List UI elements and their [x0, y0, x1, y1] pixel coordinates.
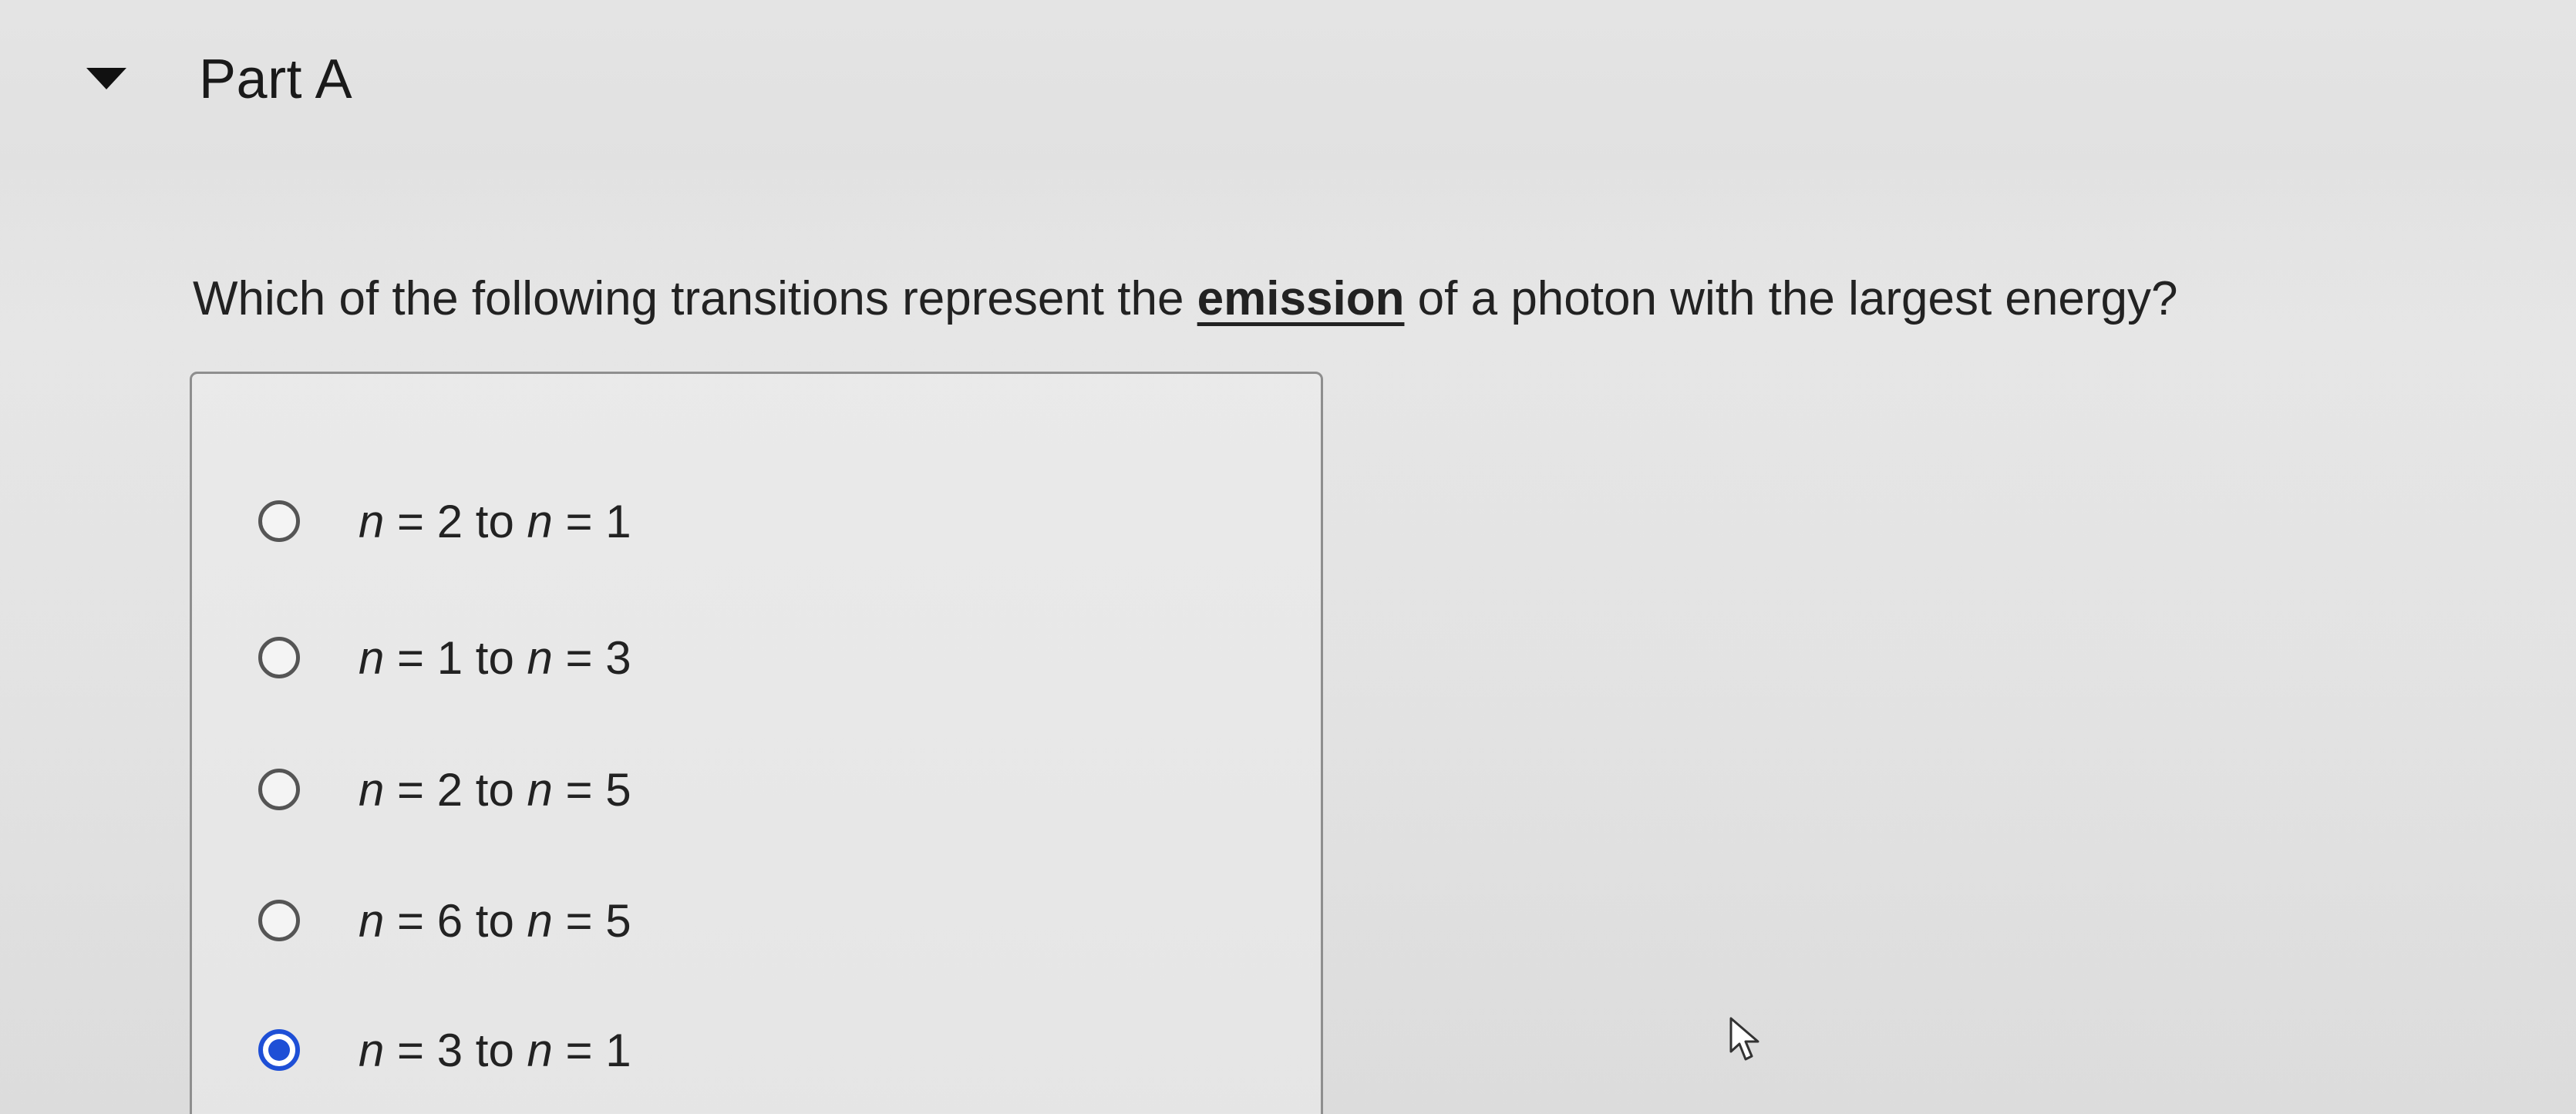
choice-2[interactable]: n = 1 to n = 3 [258, 623, 631, 692]
choice-label: n = 2 to n = 1 [359, 495, 631, 548]
choice-label: n = 1 to n = 3 [359, 631, 631, 685]
choice-var: n [359, 894, 385, 947]
choice-from: = 6 to [384, 894, 527, 947]
caret-down-icon [86, 68, 126, 89]
choice-from: = 2 to [384, 495, 527, 547]
choice-var: n [359, 1024, 385, 1076]
part-header [0, 0, 2576, 170]
radio-button-icon[interactable] [258, 637, 300, 678]
choice-from: = 2 to [384, 763, 527, 816]
choice-var: n [527, 631, 553, 684]
choice-var: n [527, 495, 553, 547]
question-text-end: of a photon with the largest energy? [1404, 272, 2178, 325]
question-text: Which of the following transitions repre… [193, 271, 2177, 326]
radio-button-icon[interactable] [258, 500, 300, 542]
choice-var: n [359, 763, 385, 816]
radio-button-icon[interactable] [258, 769, 300, 810]
answer-choices-box: n = 2 to n = 1 n = 1 to n = 3 n = 2 to n… [190, 372, 1323, 1114]
choice-var: n [527, 894, 553, 947]
choice-var: n [359, 495, 385, 547]
choice-from: = 1 to [384, 631, 527, 684]
choice-var: n [527, 1024, 553, 1076]
collapse-toggle[interactable] [83, 63, 130, 94]
choice-to: = 1 [552, 495, 631, 547]
choice-label: n = 2 to n = 5 [359, 763, 631, 816]
radio-button-selected-icon[interactable] [258, 1029, 300, 1071]
choice-4[interactable]: n = 6 to n = 5 [258, 886, 631, 955]
mouse-pointer-icon [1729, 1017, 1759, 1061]
question-text-start: Which of the following transitions repre… [193, 272, 1197, 325]
choice-var: n [359, 631, 385, 684]
choice-5[interactable]: n = 3 to n = 1 [258, 1015, 631, 1085]
choice-label: n = 3 to n = 1 [359, 1024, 631, 1077]
part-title[interactable]: Part A [199, 48, 352, 111]
choice-to: = 3 [552, 631, 631, 684]
choice-to: = 1 [552, 1024, 631, 1076]
choice-to: = 5 [552, 894, 631, 947]
choice-1[interactable]: n = 2 to n = 1 [258, 486, 631, 556]
choice-from: = 3 to [384, 1024, 527, 1076]
choice-var: n [527, 763, 553, 816]
choice-label: n = 6 to n = 5 [359, 894, 631, 947]
radio-button-icon[interactable] [258, 900, 300, 941]
question-emphasis: emission [1197, 272, 1405, 325]
choice-3[interactable]: n = 2 to n = 5 [258, 755, 631, 824]
choice-to: = 5 [552, 763, 631, 816]
